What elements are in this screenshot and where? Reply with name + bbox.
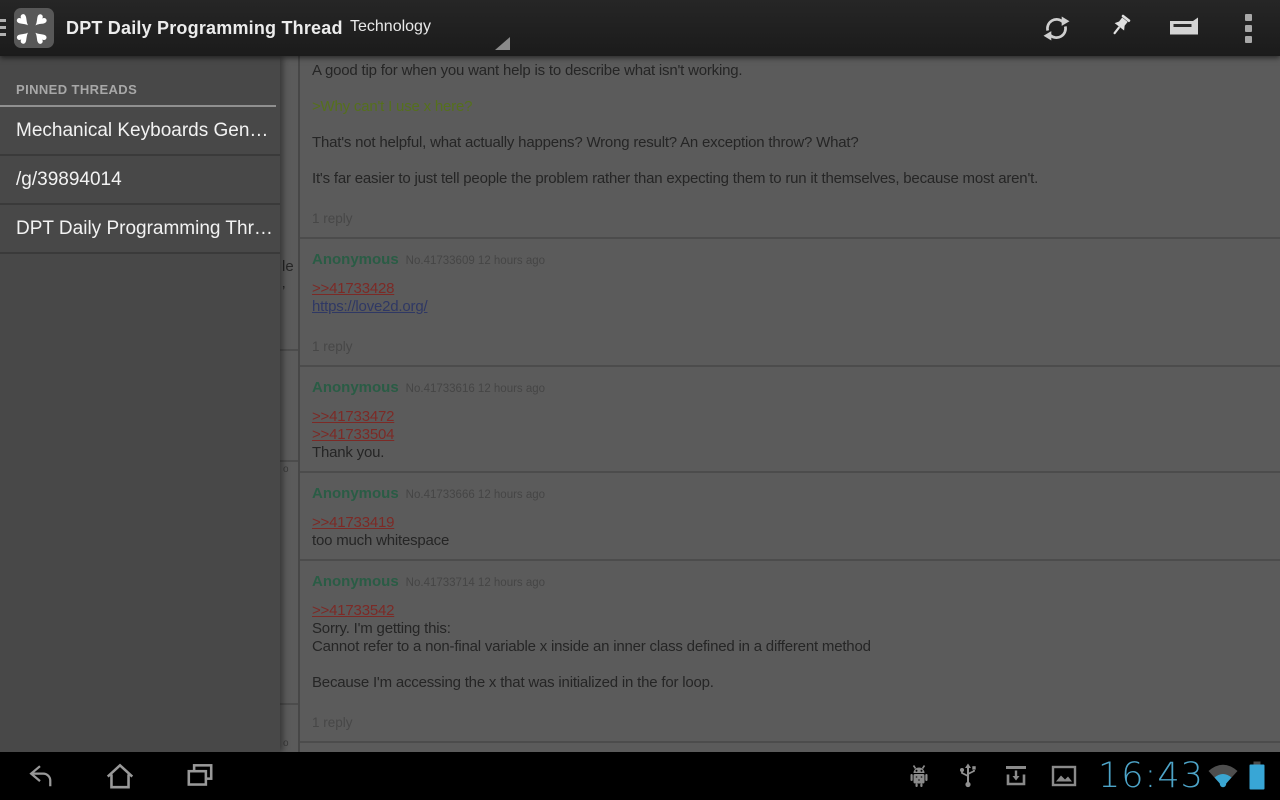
divider (280, 703, 298, 705)
reply-icon (1169, 17, 1199, 39)
clover-leaf: ♥ (28, 26, 52, 50)
poster-name: Anonymous (312, 573, 399, 590)
quote-link[interactable]: >>41733472 (312, 408, 1268, 426)
refresh-icon (1043, 15, 1070, 42)
post-line (312, 80, 1268, 98)
pinned-thread-item[interactable]: Mechanical Keyboards Gen… (0, 107, 280, 156)
spinner-caret-icon (495, 37, 510, 50)
action-buttons (1024, 0, 1280, 56)
pinned-threads-list: Mechanical Keyboards Gen…/g/39894014DPT … (0, 107, 280, 254)
board-spinner-label: Technology (350, 18, 431, 36)
recents-icon (184, 762, 216, 790)
reply-button[interactable] (1152, 0, 1216, 56)
quote-link[interactable]: >>41733428 (312, 280, 1268, 298)
status-clock: 16:43 (1098, 756, 1204, 796)
pin-button[interactable] (1088, 0, 1152, 56)
pinned-thread-item[interactable]: DPT Daily Programming Thr… (0, 205, 280, 254)
post: Anonymous No.41733609 12 hours ago >>41733… (300, 239, 1280, 367)
post-line: It's far easier to just tell people the … (312, 170, 1268, 188)
pinned-threads-drawer: PINNED THREADS Mechanical Keyboards Gen…… (0, 56, 280, 752)
divider (280, 460, 298, 462)
quote-link[interactable]: >>41733542 (312, 602, 1268, 620)
quote-link[interactable]: >>41733419 (312, 514, 1268, 532)
page-title: DPT Daily Programming Thread (66, 0, 343, 56)
clipped-text-fragment: o (283, 464, 289, 475)
post-header: Anonymous No.41733616 12 hours ago (312, 379, 1268, 398)
recents-button[interactable] (168, 752, 232, 800)
action-bar: ♥ ♥ ♥ ♥ DPT Daily Programming Thread Tec… (0, 0, 1280, 56)
adb-robot-icon (906, 752, 932, 800)
screen: ♥ ♥ ♥ ♥ DPT Daily Programming Thread Tec… (0, 0, 1280, 800)
post-header: Anonymous No.41733609 12 hours ago (312, 251, 1268, 270)
post: Anonymous No.41733714 12 hours ago >>41733… (300, 561, 1280, 743)
catalog-pane-sliver: le ’ o o (280, 56, 298, 752)
clipped-text-fragment: le (282, 258, 294, 275)
home-icon (104, 761, 136, 791)
post-line: Because I'm accessing the x that was ini… (312, 674, 1268, 692)
post-meta: No.41733666 12 hours ago (406, 489, 545, 501)
post-header: Anonymous No.41733714 12 hours ago (312, 573, 1268, 592)
pin-icon (1107, 14, 1133, 42)
board-spinner[interactable]: Technology (340, 0, 512, 56)
back-icon (23, 762, 57, 790)
poster-name: Anonymous (312, 485, 399, 502)
post-line (312, 656, 1268, 674)
system-nav-bar: 16:43 (0, 752, 1280, 800)
divider (280, 349, 298, 351)
post: Anonymous No.41733666 12 hours ago >>41733… (300, 473, 1280, 561)
post-meta: No.41733714 12 hours ago (406, 577, 545, 589)
post-header: Anonymous No.41733666 12 hours ago (312, 485, 1268, 504)
overflow-menu-button[interactable] (1216, 0, 1280, 56)
post-meta: No.41733609 12 hours ago (406, 255, 545, 267)
poster-name: Anonymous (312, 251, 399, 268)
refresh-button[interactable] (1024, 0, 1088, 56)
post-line (312, 116, 1268, 134)
gallery-icon (1051, 752, 1077, 800)
post: Anonymous No.41733616 12 hours ago >>41733… (300, 367, 1280, 473)
post-line: Thank you. (312, 444, 1268, 462)
post-line: Cannot refer to a non-final variable x i… (312, 638, 1268, 656)
menu-icon[interactable] (0, 19, 6, 40)
thread-pane: A good tip for when you want help is to … (298, 56, 1280, 752)
reply-count[interactable]: 1 reply (312, 338, 1268, 356)
pinned-threads-header: PINNED THREADS (0, 56, 280, 99)
post-line: too much whitespace (312, 532, 1268, 550)
clover-app-icon[interactable]: ♥ ♥ ♥ ♥ (14, 8, 54, 48)
poster-name: Anonymous (312, 379, 399, 396)
post-line: A good tip for when you want help is to … (312, 62, 1268, 80)
post-line: >Why can't I use x here? (312, 98, 1268, 116)
battery-icon (1247, 752, 1267, 800)
clipped-text-fragment: ’ (282, 283, 285, 300)
pinned-thread-item[interactable]: /g/39894014 (0, 156, 280, 205)
overflow-menu-icon (1245, 14, 1252, 43)
reply-count[interactable]: 1 reply (312, 714, 1268, 732)
download-icon (1003, 752, 1029, 800)
post-meta: No.41733616 12 hours ago (406, 383, 545, 395)
back-button[interactable] (8, 752, 72, 800)
home-button[interactable] (88, 752, 152, 800)
wifi-icon (1206, 752, 1240, 800)
reply-count[interactable]: 1 reply (312, 210, 1268, 228)
quote-link[interactable]: >>41733504 (312, 426, 1268, 444)
post-line: That's not helpful, what actually happen… (312, 134, 1268, 152)
post-line (312, 152, 1268, 170)
post-line: Sorry. I'm getting this: (312, 620, 1268, 638)
url-link[interactable]: https://love2d.org/ (312, 298, 1268, 316)
clipped-text-fragment: o (283, 738, 289, 749)
post: A good tip for when you want help is to … (300, 56, 1280, 239)
usb-icon (957, 752, 979, 800)
